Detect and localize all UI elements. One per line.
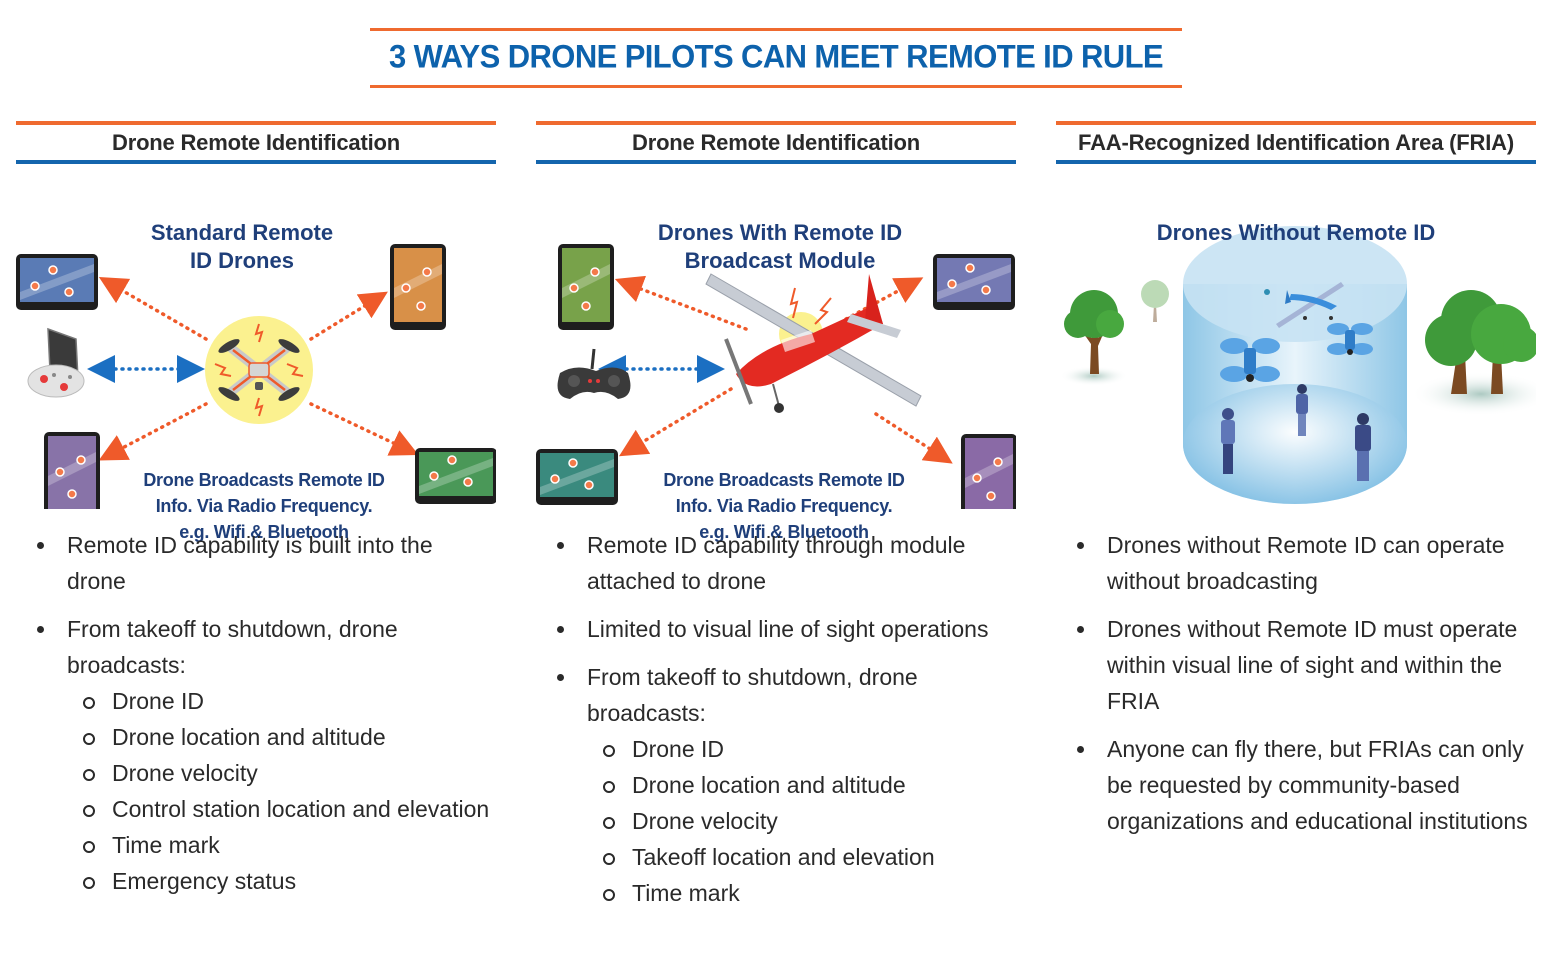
figure-title-line-1: Drones Without Remote ID [1156,220,1436,245]
list-item: Drones without Remote ID can operate wit… [1056,527,1536,599]
figure-title: Standard Remote ID Drones [116,219,368,275]
sub-list-item: Drone velocity [16,755,496,791]
figure-title-line-2: Broadcast Module [684,248,876,273]
fria-diagram [1060,226,1536,504]
figure-caption-line-1: Drone Broadcasts Remote ID [663,470,905,490]
figure-standard-remote-id: Standard Remote ID Drones Drone Broadcas… [16,164,496,542]
tablet-lavender-icon [933,254,1015,310]
broadcast-arrow-lower-right [309,402,419,456]
header-rule-orange [1056,121,1536,125]
title-rule-bottom [370,85,1182,88]
broadcast-arrow-lower-left [618,387,733,457]
list-item: From takeoff to shutdown, drone broadcas… [16,611,496,899]
figure-title-line-1: Standard Remote [150,220,334,245]
tablet-green-icon [415,448,496,504]
broadcast-arrow-upper-right [309,291,388,341]
main-title-block: 3 WAYS DRONE PILOTS CAN MEET REMOTE ID R… [370,28,1182,88]
sub-list-item: Drone location and altitude [16,719,496,755]
list-item-text: From takeoff to shutdown, drone broadcas… [67,616,398,678]
list-item-text: Drones without Remote ID can operate wit… [1107,532,1505,594]
bullet-list-module: Remote ID capability through module atta… [536,527,1016,923]
figure-title: Drones Without Remote ID [1096,219,1496,247]
list-item-text: Drones without Remote ID must operate wi… [1107,616,1518,714]
tree-icon [1060,290,1128,386]
figure-fria: Drones Without Remote ID [1056,164,1536,509]
figure-title-line-1: Drones With Remote ID [657,220,903,245]
sub-list-item: Time mark [16,827,496,863]
tablet-purple-icon [961,434,1016,509]
column-broadcast-module: Drone Remote Identification Drones With … [536,121,1016,542]
sub-list-item: Time mark [536,875,1016,911]
list-item: Remote ID capability is built into the d… [16,527,496,599]
broadcast-arrow-lower-right [874,412,953,464]
header-rule-orange [536,121,1016,125]
column-header-label: FAA-Recognized Identification Area (FRIA… [1078,130,1514,155]
sub-list-item: Drone ID [16,683,496,719]
list-item: Anyone can fly there, but FRIAs can only… [1056,731,1536,839]
figure-title: Drones With Remote ID Broadcast Module [626,219,934,275]
list-item: From takeoff to shutdown, drone broadcas… [536,659,1016,911]
remote-controller-icon [27,327,85,398]
broadcast-arrow-upper-left [98,276,208,341]
tablet-purple-icon [44,432,100,509]
sub-list-item: Control station location and elevation [16,791,496,827]
figure-caption-line-1: Drone Broadcasts Remote ID [143,470,385,490]
bullet-list-standard: Remote ID capability is built into the d… [16,527,496,911]
tree-icon [1141,280,1169,322]
list-item-text: Limited to visual line of sight operatio… [587,616,989,642]
column-fria: FAA-Recognized Identification Area (FRIA… [1056,121,1536,509]
list-item-text: Anyone can fly there, but FRIAs can only… [1107,736,1528,834]
list-item-text: From takeoff to shutdown, drone broadcas… [587,664,918,726]
gamepad-controller-icon [557,348,631,399]
sub-list-item: Drone velocity [536,803,1016,839]
figure-title-line-2: ID Drones [190,248,294,273]
column-header: Drone Remote Identification [536,121,1016,164]
column-header: Drone Remote Identification [16,121,496,164]
tablet-teal-icon [536,449,618,505]
header-rule-orange [16,121,496,125]
list-item: Remote ID capability through module atta… [536,527,1016,599]
sub-list-item: Drone ID [536,731,1016,767]
list-item-text: Remote ID capability is built into the d… [67,532,433,594]
list-item-text: Remote ID capability through module atta… [587,532,966,594]
column-header: FAA-Recognized Identification Area (FRIA… [1056,121,1536,164]
quadcopter-drone-icon [205,316,313,424]
sub-list-item: Emergency status [16,863,496,899]
sub-list-item: Takeoff location and elevation [536,839,1016,875]
broadcast-diagram [536,244,1016,509]
list-item: Drones without Remote ID must operate wi… [1056,611,1536,719]
figure-caption-line-2: Info. Via Radio Frequency. [675,496,893,516]
column-standard-remote-id: Drone Remote Identification Standard Rem… [16,121,496,542]
broadcast-diagram [16,244,496,509]
list-item: Limited to visual line of sight operatio… [536,611,1016,647]
figure-broadcast-module: Drones With Remote ID Broadcast Module D… [536,164,1016,542]
cylinder-area-icon [1183,226,1407,504]
column-header-label: Drone Remote Identification [632,130,920,155]
column-header-label: Drone Remote Identification [112,130,400,155]
title-rule-top [370,28,1182,31]
tablet-orange-icon [390,244,446,330]
tablet-green-icon [558,244,614,330]
tree-icon [1411,290,1536,416]
main-title: 3 WAYS DRONE PILOTS CAN MEET REMOTE ID R… [389,37,1164,76]
figure-caption-line-2: Info. Via Radio Frequency. [155,496,373,516]
sub-list-item: Drone location and altitude [536,767,1016,803]
bullet-list-fria: Drones without Remote ID can operate wit… [1056,527,1536,851]
tablet-blue-icon [16,254,98,310]
broadcast-arrow-lower-left [98,402,208,461]
